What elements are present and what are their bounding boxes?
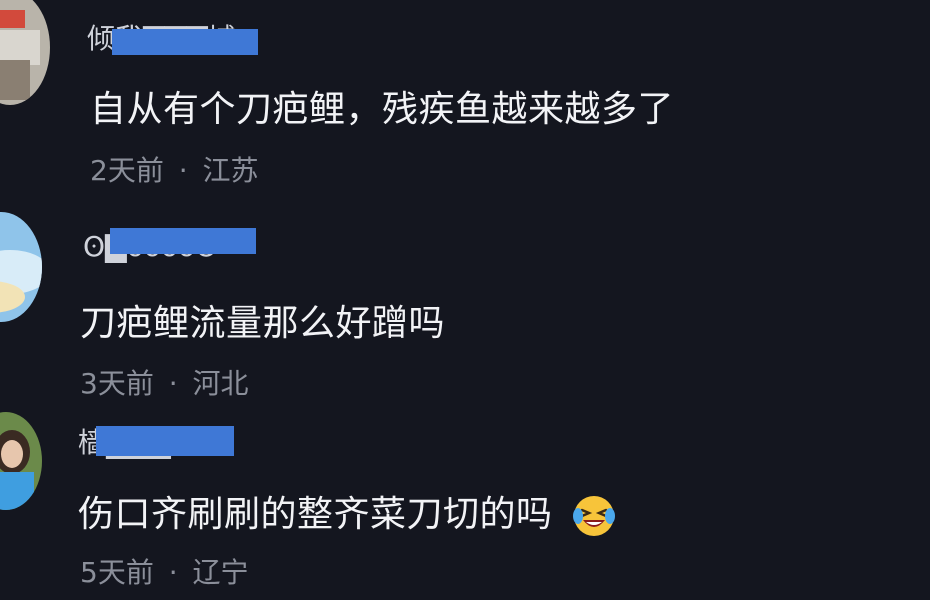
username-redaction <box>96 426 234 456</box>
comment-item: 倾我▇▇▇城 自从有个刀疤鲤，残疾鱼越来越多了 2天前 · 江苏 <box>0 0 930 200</box>
comment-time: 5天前 <box>80 556 154 589</box>
comment-item: ʘ▇ᴗᴗᴗᴗʘ 刀疤鲤流量那么好蹭吗 3天前 · 河北 <box>0 200 930 410</box>
avatar[interactable] <box>0 0 50 105</box>
comment-text: 刀疤鲤流量那么好蹭吗 <box>80 303 446 344</box>
comment-list: 倾我▇▇▇城 自从有个刀疤鲤，残疾鱼越来越多了 2天前 · 江苏 ʘ▇ᴗᴗᴗᴗʘ… <box>0 0 930 600</box>
comment-text: 自从有个刀疤鲤，残疾鱼越来越多了 <box>90 89 675 130</box>
comment-time: 3天前 <box>80 367 154 400</box>
meta-separator: · <box>168 556 178 589</box>
avatar-image <box>0 212 42 322</box>
comment-location: 辽宁 <box>192 556 249 589</box>
meta-separator: · <box>168 367 178 400</box>
comment-item: 樯▇▇▇ 伤口齐刷刷的整齐菜刀切的吗 5天前 · 辽宁 <box>0 410 930 600</box>
comment-meta: 2天前 · 江苏 <box>90 154 259 188</box>
avatar[interactable] <box>0 212 42 322</box>
comment-time: 2天前 <box>90 154 164 187</box>
comment-meta: 5天前 · 辽宁 <box>80 556 249 590</box>
avatar-image <box>0 412 42 510</box>
username-redaction <box>112 29 258 55</box>
avatar[interactable] <box>0 412 42 510</box>
meta-separator: · <box>178 154 188 187</box>
comment-location: 河北 <box>192 367 249 400</box>
username-redaction <box>110 228 256 254</box>
comment-text-body: 伤口齐刷刷的整齐菜刀切的吗 <box>78 494 553 535</box>
comment-text: 伤口齐刷刷的整齐菜刀切的吗 <box>78 493 616 538</box>
laughing-crying-emoji-icon <box>572 494 616 538</box>
comment-location: 江苏 <box>202 154 259 187</box>
comment-meta: 3天前 · 河北 <box>80 367 249 401</box>
avatar-image <box>0 0 50 105</box>
